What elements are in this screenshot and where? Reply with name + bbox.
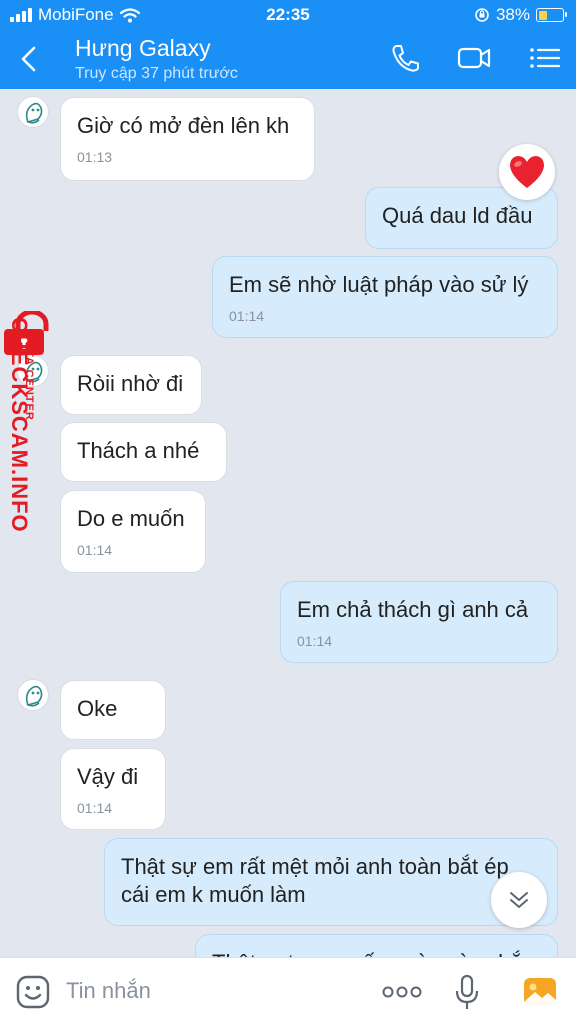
message-input[interactable]: Tin nhắn	[66, 978, 151, 1004]
message-text: Thật ra trong mấy ngày này chắc em	[212, 949, 541, 957]
message-time: 01:14	[77, 542, 113, 558]
message-bubble-outgoing[interactable]: Em chả thách gì anh cả 01:14	[280, 581, 558, 663]
message-text: Do e muốn	[77, 506, 185, 531]
sticker-avatar-icon	[25, 102, 43, 124]
message-bubble-outgoing[interactable]: Thật sự em rất mệt mỏi anh toàn bắt ép c…	[104, 838, 558, 926]
phone-call-icon[interactable]	[388, 42, 424, 74]
battery-percent: 38%	[495, 5, 530, 24]
image-gallery-icon[interactable]	[522, 974, 558, 1010]
avatar[interactable]	[17, 679, 49, 711]
message-composer: Tin nhắn	[0, 957, 576, 1024]
reaction-heart[interactable]	[499, 144, 555, 200]
watermark-brand: CHECKSCAM.INFO	[7, 317, 32, 533]
scroll-to-bottom-button[interactable]	[491, 872, 547, 928]
message-time: 01:14	[297, 633, 333, 649]
message-bubble-incoming[interactable]: Giờ có mở đèn lên kh 01:13	[60, 97, 315, 181]
message-bubble-incoming[interactable]: Do e muốn 01:14	[60, 490, 206, 573]
message-text: Em sẽ nhờ luật pháp vào sử lý	[229, 272, 529, 297]
last-seen: Truy cập 37 phút trước	[75, 65, 238, 82]
orientation-lock-icon	[475, 8, 489, 22]
message-text: Oke	[77, 696, 118, 721]
message-list[interactable]: Giờ có mở đèn lên kh 01:13 Quá dau ld đầ…	[0, 89, 576, 957]
message-text: Vậy đi	[77, 764, 139, 789]
message-text: Thách a nhé	[77, 438, 200, 463]
message-text: Em chả thách gì anh cả	[297, 597, 529, 622]
chevron-double-down-icon	[510, 892, 528, 908]
message-bubble-outgoing[interactable]: Thật ra trong mấy ngày này chắc em	[195, 934, 558, 957]
microphone-icon[interactable]	[454, 974, 480, 1012]
menu-icon[interactable]	[527, 42, 563, 74]
video-call-icon[interactable]	[456, 42, 492, 74]
message-text: Quá dau ld đầu	[382, 203, 533, 228]
message-time: 01:14	[229, 308, 265, 324]
message-text: Giờ có mở đèn lên kh	[77, 113, 290, 138]
message-bubble-incoming[interactable]: Thách a nhé	[60, 422, 227, 482]
message-bubble-incoming[interactable]: Ròii nhờ đi	[60, 355, 202, 415]
message-time: 01:13	[77, 149, 113, 165]
message-bubble-incoming[interactable]: Oke	[60, 680, 166, 740]
message-bubble-incoming[interactable]: Vậy đi 01:14	[60, 748, 166, 830]
emoji-icon[interactable]	[15, 974, 51, 1010]
message-time: 01:14	[77, 800, 113, 816]
message-text: Thật sự em rất mệt mỏi anh toàn bắt ép c…	[121, 854, 509, 907]
message-bubble-outgoing[interactable]: Em sẽ nhờ luật pháp vào sử lý 01:14	[212, 256, 558, 338]
avatar[interactable]	[17, 96, 49, 128]
sticker-avatar-icon	[25, 685, 43, 707]
watermark: DATA CENTER CHECKSCAM.INFO	[2, 311, 62, 591]
status-bar: MobiFone 22:35 38%	[0, 0, 576, 30]
heart-icon	[510, 156, 544, 188]
battery-icon	[536, 8, 567, 22]
chat-header: MobiFone 22:35 38% Hưng Galaxy Truy cập …	[0, 0, 576, 89]
contact-name[interactable]: Hưng Galaxy	[75, 35, 211, 62]
back-button[interactable]	[14, 42, 44, 76]
message-text: Ròii nhờ đi	[77, 371, 184, 396]
more-options-icon[interactable]	[380, 980, 424, 1004]
